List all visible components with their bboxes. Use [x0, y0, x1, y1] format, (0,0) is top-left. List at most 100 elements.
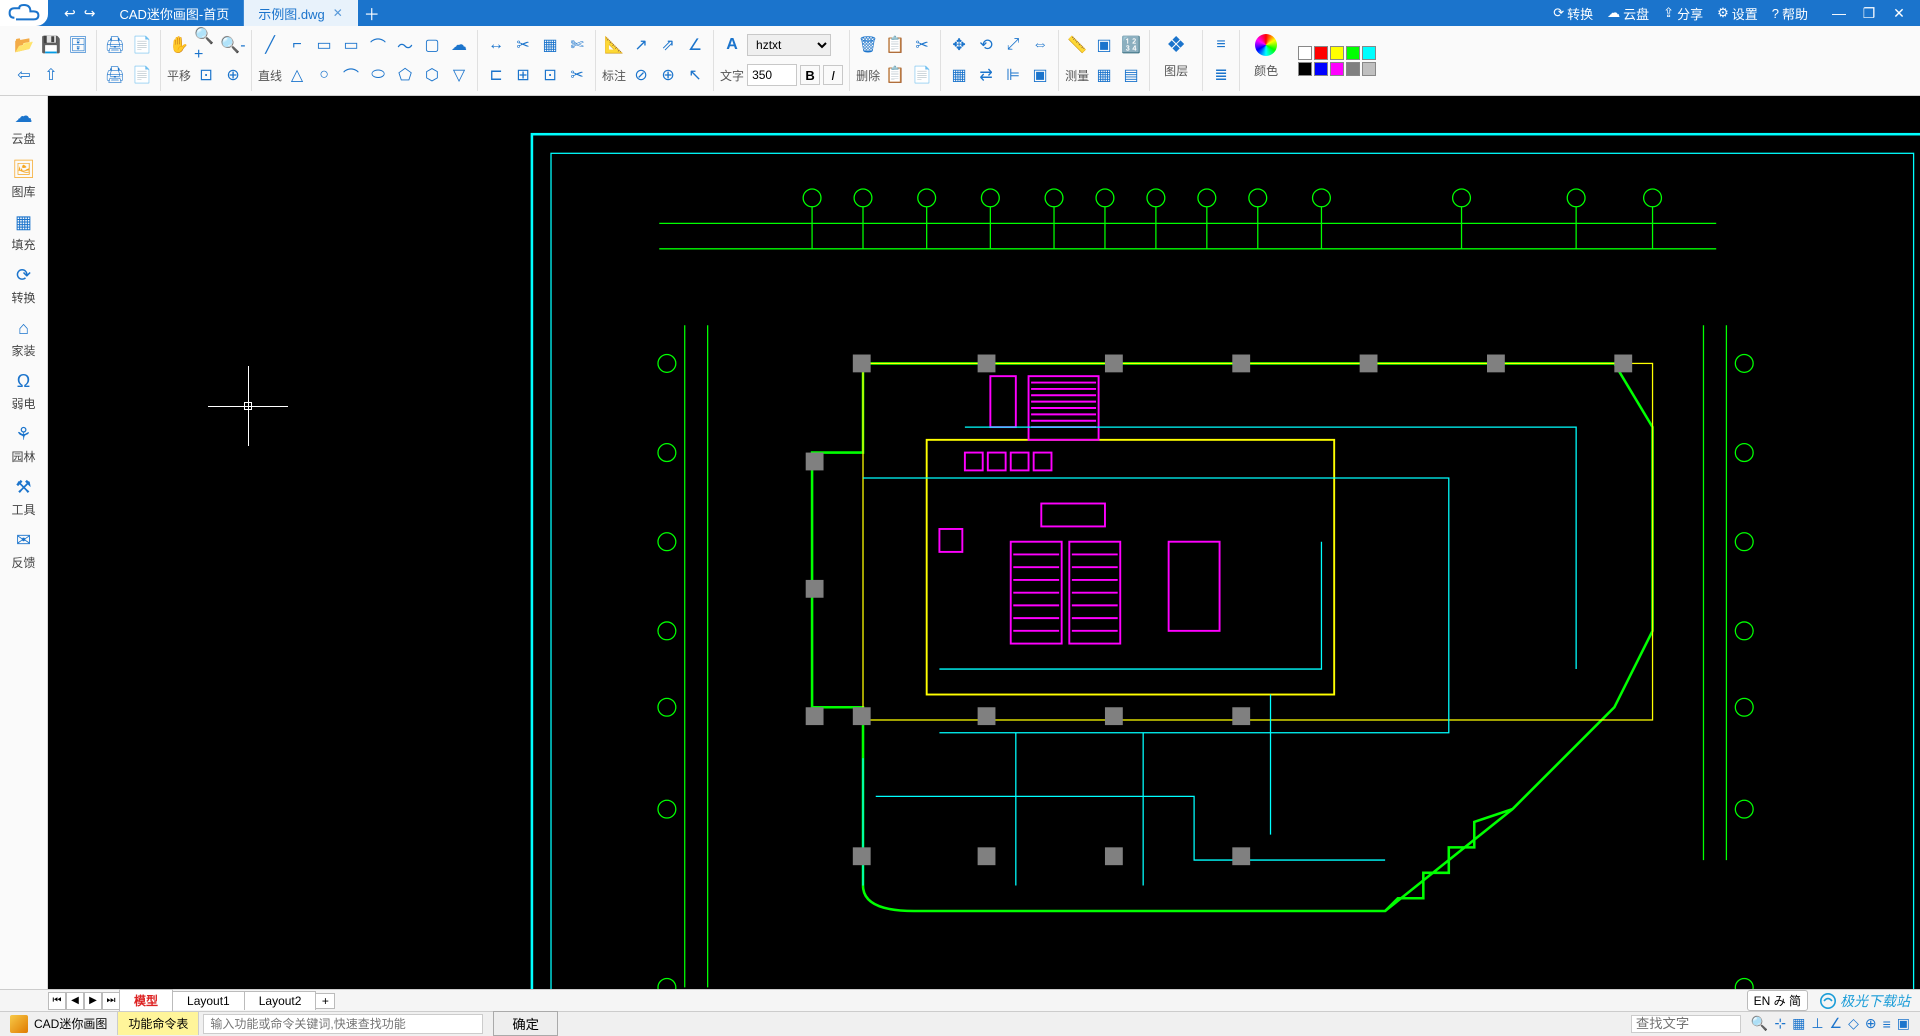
help-button[interactable]: ?帮助: [1772, 4, 1808, 23]
color-swatch[interactable]: [1330, 46, 1344, 60]
forward-button[interactable]: ↪: [84, 5, 96, 22]
color-swatch[interactable]: [1314, 46, 1328, 60]
layout-last-icon[interactable]: ⏭: [102, 992, 120, 1010]
layout-prev-icon[interactable]: ◀: [66, 992, 84, 1010]
sidebar-fill[interactable]: ▦填充: [4, 208, 44, 257]
cloud-shape-icon[interactable]: ☁: [447, 33, 471, 57]
copy-icon[interactable]: 📋: [883, 33, 907, 57]
triangle-icon[interactable]: △: [285, 63, 309, 87]
star-icon[interactable]: ▽: [447, 63, 471, 87]
tab-home[interactable]: CAD迷你画图-首页: [105, 0, 244, 26]
explode-icon[interactable]: ✂: [511, 33, 535, 57]
trim-icon[interactable]: ✄: [565, 33, 589, 57]
layout-tab-model[interactable]: 模型: [119, 989, 173, 1013]
sidebar-home-deco[interactable]: ⌂家装: [4, 314, 44, 363]
print-icon[interactable]: 🖨: [103, 33, 127, 57]
tab-close-icon[interactable]: ✕: [333, 6, 343, 20]
settings-button[interactable]: ⚙设置: [1717, 4, 1758, 23]
layer-props-icon[interactable]: ≣: [1209, 63, 1233, 87]
count-icon[interactable]: 🔢: [1119, 33, 1143, 57]
layout-tab-1[interactable]: Layout1: [172, 991, 245, 1010]
minimize-button[interactable]: —: [1828, 5, 1850, 22]
color-swatch[interactable]: [1298, 62, 1312, 76]
dim-angular-icon[interactable]: ∠: [683, 33, 707, 57]
spline-icon[interactable]: ～: [393, 33, 417, 57]
color-swatch[interactable]: [1330, 62, 1344, 76]
select-window-icon[interactable]: ⊡: [538, 63, 562, 87]
track-icon[interactable]: ⊕: [1865, 1015, 1877, 1032]
hexagon-icon[interactable]: ⬡: [420, 63, 444, 87]
color-swatch[interactable]: [1346, 46, 1360, 60]
annot-icon[interactable]: 📐: [602, 33, 626, 57]
stretch-icon[interactable]: ⇔: [1028, 33, 1052, 57]
sidebar-gallery[interactable]: 🖼图库: [4, 155, 44, 204]
rotate-icon[interactable]: ⟲: [974, 33, 998, 57]
calc-icon[interactable]: ▤: [1119, 63, 1143, 87]
block-icon[interactable]: ▣: [1028, 63, 1052, 87]
cut-icon[interactable]: ✂: [910, 33, 934, 57]
maximize-button[interactable]: ❐: [1858, 5, 1880, 22]
dim-radius-icon[interactable]: ⊘: [629, 63, 653, 87]
grid-toggle-icon[interactable]: ▦: [1792, 1015, 1805, 1032]
dim-leader-icon[interactable]: ↖: [683, 63, 707, 87]
arc-icon[interactable]: ⌒: [366, 33, 390, 57]
box-icon[interactable]: ▢: [420, 33, 444, 57]
array-icon[interactable]: ▦: [947, 63, 971, 87]
convert-button[interactable]: ⟳转换: [1553, 4, 1593, 23]
zoom-out-icon[interactable]: 🔍-: [221, 33, 245, 57]
pdf-icon[interactable]: 📄: [130, 33, 154, 57]
back-button[interactable]: ↩: [64, 5, 76, 22]
polygon-icon[interactable]: ⬠: [393, 63, 417, 87]
color-button[interactable]: 颜色: [1246, 30, 1286, 79]
sidebar-garden[interactable]: ⚘园林: [4, 420, 44, 469]
paste2-icon[interactable]: 📄: [910, 63, 934, 87]
measure-icon[interactable]: 📏: [1065, 33, 1089, 57]
undo-nav-icon[interactable]: ⇦: [12, 63, 36, 87]
drawing-canvas[interactable]: 弱电平面图 1:100: [48, 96, 1920, 989]
pdf2-icon[interactable]: 📄: [130, 63, 154, 87]
arc2-icon[interactable]: ⌒: [339, 63, 363, 87]
rect2-icon[interactable]: ▭: [339, 33, 363, 57]
ok-button[interactable]: 确定: [493, 1011, 558, 1036]
layout-add-button[interactable]: +: [315, 993, 335, 1009]
open-file-icon[interactable]: 📂: [12, 33, 36, 57]
share-button[interactable]: ⇪分享: [1663, 4, 1703, 23]
scale-icon[interactable]: ⤢: [1001, 33, 1025, 57]
layout-tab-2[interactable]: Layout2: [244, 991, 317, 1010]
color-swatch[interactable]: [1346, 62, 1360, 76]
ortho-icon[interactable]: ⊥: [1811, 1015, 1823, 1032]
dim-diameter-icon[interactable]: ⊕: [656, 63, 680, 87]
polyline-icon[interactable]: ⌐: [285, 33, 309, 57]
dim-linear-icon[interactable]: ↗: [629, 33, 653, 57]
lineweight-icon[interactable]: ≡: [1883, 1016, 1891, 1032]
model-space-icon[interactable]: ▣: [1897, 1015, 1910, 1032]
color-swatch[interactable]: [1314, 62, 1328, 76]
snap-icon[interactable]: ⊹: [1774, 1015, 1786, 1032]
tab-file[interactable]: 示例图.dwg ✕: [244, 0, 358, 26]
search-icon[interactable]: 🔍: [1751, 1015, 1768, 1032]
command-input[interactable]: [203, 1014, 483, 1034]
italic-button[interactable]: I: [823, 65, 843, 85]
cloud-button[interactable]: ☁云盘: [1607, 4, 1649, 23]
area-icon[interactable]: ▣: [1092, 33, 1116, 57]
break-icon[interactable]: ✂: [565, 63, 589, 87]
find-text-input[interactable]: [1631, 1015, 1741, 1033]
save-icon[interactable]: 💾: [39, 33, 63, 57]
language-badge[interactable]: EN み 简: [1747, 990, 1808, 1011]
layout-first-icon[interactable]: ⏮: [48, 992, 66, 1010]
text-icon[interactable]: A: [720, 33, 744, 57]
mirror2-icon[interactable]: ⊞: [511, 63, 535, 87]
sidebar-electric[interactable]: Ω弱电: [4, 367, 44, 416]
line-icon[interactable]: ╱: [258, 33, 282, 57]
circle-icon[interactable]: ○: [312, 63, 336, 87]
bold-button[interactable]: B: [800, 65, 820, 85]
zoom-window-icon[interactable]: ⊡: [194, 63, 218, 87]
color-swatch[interactable]: [1362, 62, 1376, 76]
font-size-input[interactable]: [747, 64, 797, 86]
layout-next-icon[interactable]: ▶: [84, 992, 102, 1010]
status-cmd-table[interactable]: 功能命令表: [118, 1012, 199, 1035]
zoom-full-icon[interactable]: ⊕: [221, 63, 245, 87]
move-icon[interactable]: ✥: [947, 33, 971, 57]
print2-icon[interactable]: 🖨: [103, 63, 127, 87]
layer-button[interactable]: ❖ 图层: [1156, 30, 1196, 79]
